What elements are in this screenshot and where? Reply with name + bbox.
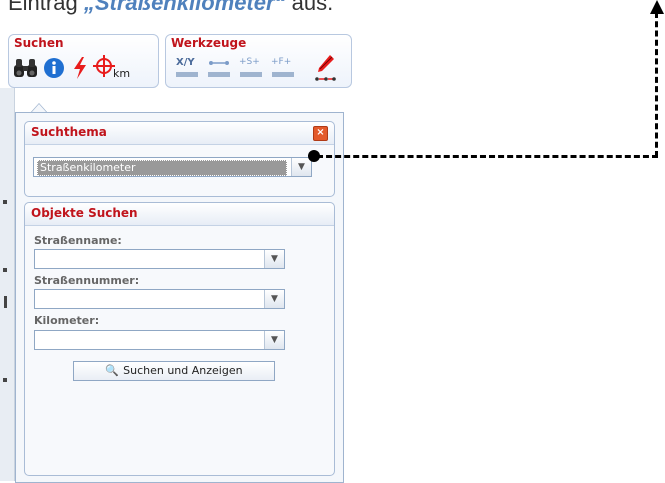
caption-suffix: aus. [285, 0, 334, 15]
toolbar-group-werkzeuge: Werkzeuge X/Y +S+ +F+ [165, 34, 352, 88]
objekte-suchen-box: Objekte Suchen Straßenname: ▼ Straßennum… [24, 202, 335, 476]
s-label: +S+ [239, 57, 260, 67]
callout-line-horizontal [317, 155, 658, 158]
suchen-und-anzeigen-button[interactable]: 🔍 Suchen und Anzeigen [73, 361, 275, 381]
background-page-strip [0, 88, 15, 481]
strassennummer-select[interactable]: ▼ [34, 289, 285, 309]
callout-line-vertical [655, 12, 658, 157]
objekte-suchen-title: Objekte Suchen [31, 206, 138, 220]
background-fragment [3, 268, 7, 272]
suchthema-select[interactable]: Straßenkilometer ▼ [33, 157, 312, 177]
kilometer-label: Kilometer: [34, 314, 100, 327]
xy-label: X/Y [176, 57, 195, 68]
chevron-down-icon[interactable]: ▼ [291, 158, 311, 176]
strassennummer-label: Straßennummer: [34, 274, 140, 287]
background-fragment [3, 200, 7, 204]
strassenname-label: Straßenname: [34, 234, 122, 247]
chevron-down-icon[interactable]: ▼ [264, 331, 284, 349]
instruction-caption: Eintrag „Straßenkilometer“ aus. [8, 0, 333, 16]
coordinates-icon[interactable]: X/Y [174, 55, 200, 79]
info-icon[interactable] [43, 57, 65, 79]
background-fragment [3, 378, 7, 382]
callout-dot [308, 150, 320, 162]
magnifier-icon: 🔍 [105, 364, 120, 377]
search-panel: Suchthema × Straßenkilometer ▼ Objekte S… [15, 112, 344, 483]
group-title-werkzeuge: Werkzeuge [171, 36, 247, 50]
suchthema-header: Suchthema × [25, 122, 334, 145]
background-fragment [4, 296, 7, 308]
toolbar-group-suchen: Suchen km [8, 34, 159, 88]
suchthema-title: Suchthema [31, 125, 107, 139]
callout-arrow-head-icon [650, 0, 664, 14]
close-icon[interactable]: × [313, 126, 328, 141]
pen-icon[interactable] [312, 53, 338, 83]
km-label: km [113, 67, 131, 80]
measure-distance-icon[interactable] [206, 55, 232, 79]
binoculars-icon[interactable] [13, 57, 39, 79]
caption-prefix: Eintrag [8, 0, 84, 15]
caption-highlight: „Straßenkilometer“ [83, 0, 286, 15]
measure-f-icon[interactable]: +F+ [270, 55, 296, 79]
suchen-und-anzeigen-label: Suchen und Anzeigen [123, 364, 243, 377]
target-km-icon[interactable]: km [93, 55, 133, 83]
group-title-suchen: Suchen [14, 36, 64, 50]
kilometer-select[interactable]: ▼ [34, 330, 285, 350]
suchthema-box: Suchthema × Straßenkilometer ▼ [24, 121, 335, 197]
suchthema-selected-value: Straßenkilometer [37, 160, 287, 176]
objekte-suchen-header: Objekte Suchen [25, 203, 334, 226]
f-label: +F+ [271, 57, 292, 67]
chevron-down-icon[interactable]: ▼ [264, 290, 284, 308]
strassenname-select[interactable]: ▼ [34, 249, 285, 269]
chevron-down-icon[interactable]: ▼ [264, 250, 284, 268]
lightning-icon[interactable] [71, 56, 89, 80]
measure-s-icon[interactable]: +S+ [238, 55, 264, 79]
